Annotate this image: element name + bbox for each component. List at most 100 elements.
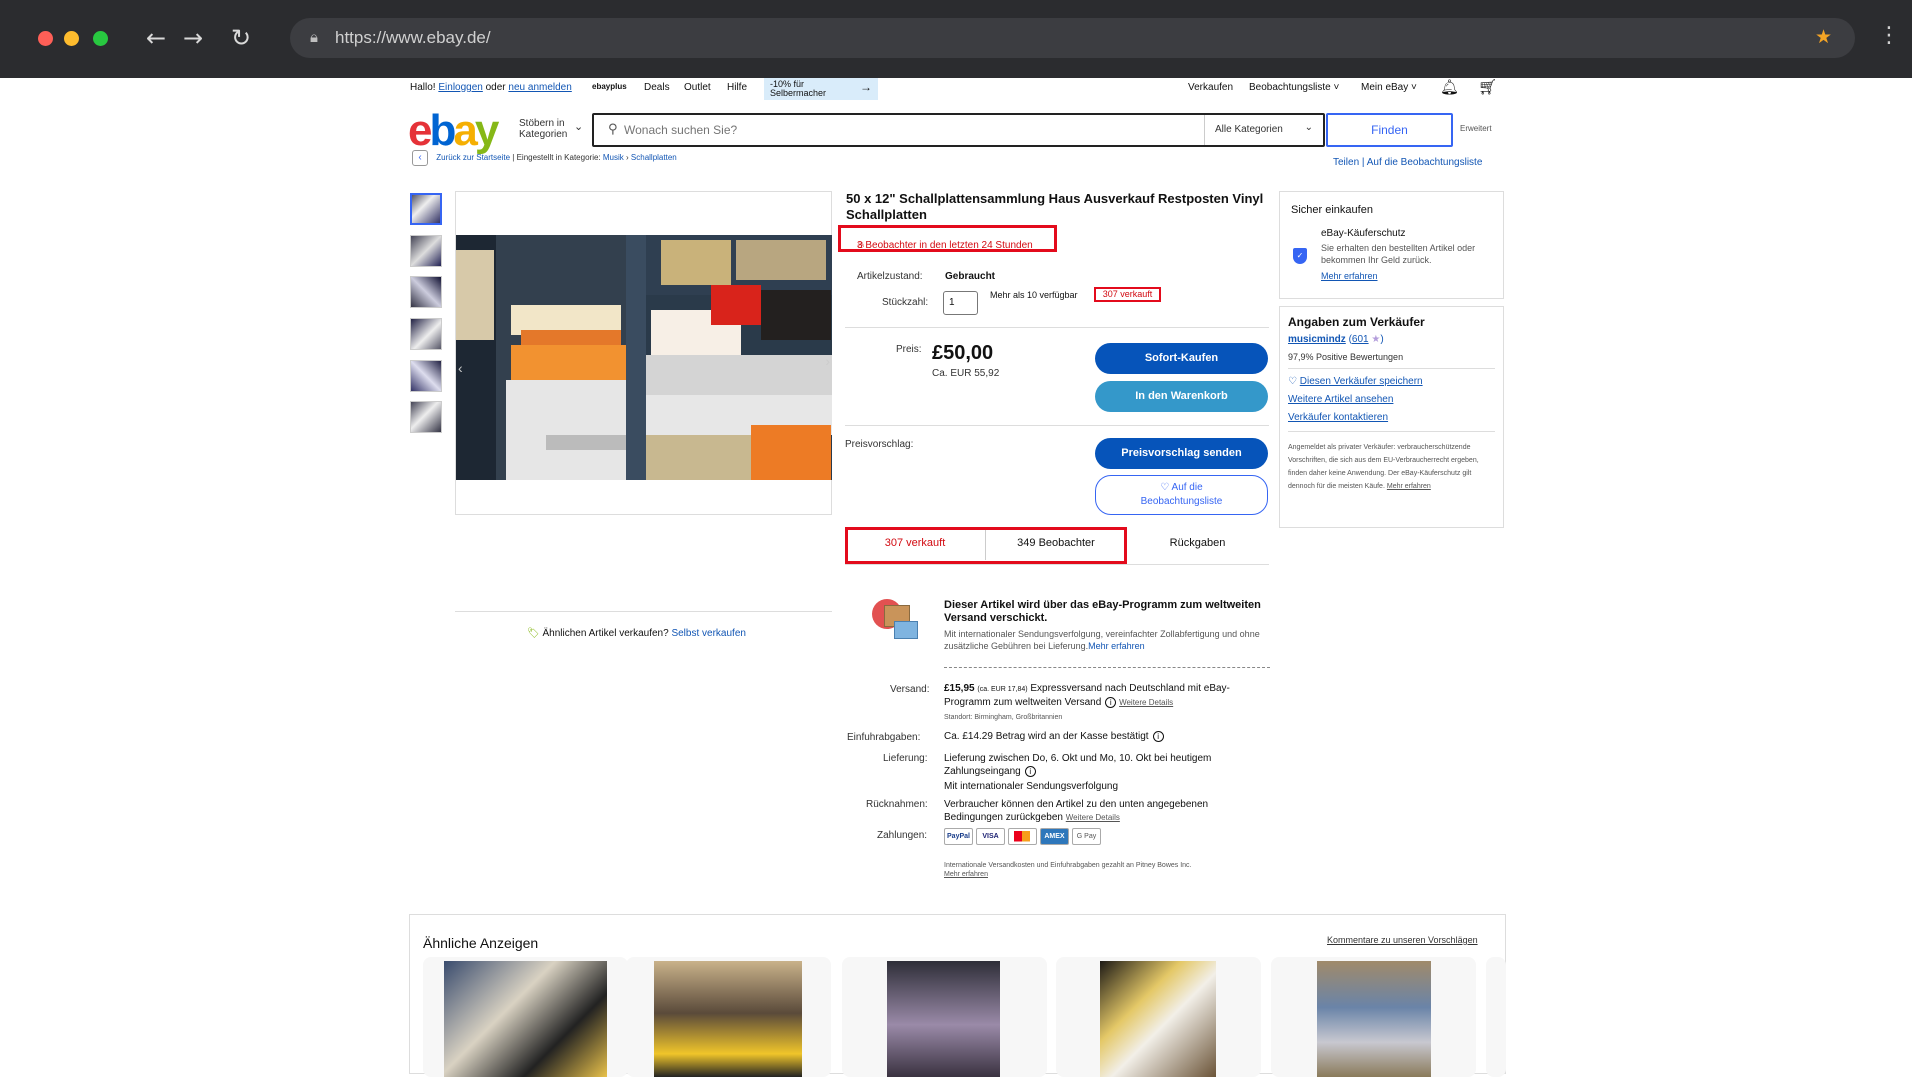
star-icon: ★ (1371, 334, 1381, 345)
seller-score-link[interactable]: 601 (1352, 334, 1369, 345)
sell-similar: 🏷︎ Ähnlichen Artikel verkaufen? Selbst v… (527, 628, 746, 639)
seller-name-link[interactable]: musicmindz (1288, 334, 1346, 345)
address-bar[interactable]: 🔒︎ https://www.ebay.de/ ★ (290, 18, 1855, 58)
deals-link[interactable]: Deals (644, 82, 670, 93)
quantity-input[interactable]: 1 (943, 291, 978, 315)
similar-item-5[interactable] (1271, 957, 1476, 1077)
register-link[interactable]: neu anmelden (508, 82, 571, 93)
shield-icon: ✓ (1293, 248, 1307, 264)
similar-item-image[interactable] (1317, 961, 1431, 1077)
tag-icon: 🏷︎ (527, 628, 540, 639)
browse-categories-button[interactable]: Stöbern in Kategorien ⌄ (519, 118, 583, 140)
similar-item-image[interactable] (887, 961, 1000, 1077)
secure-title: Sicher einkaufen (1291, 204, 1373, 216)
delivery-tracking: Mit internationaler Sendungsverfolgung (944, 781, 1118, 792)
browser-chrome: ← → ↻ 🔒︎ https://www.ebay.de/ ★ ⋮ (0, 0, 1912, 78)
myebay-menu[interactable]: Mein eBay ˅ (1361, 82, 1417, 93)
private-more-link[interactable]: Mehr erfahren (1387, 483, 1431, 490)
thumbnail-2[interactable] (410, 235, 442, 267)
reload-icon[interactable]: ↻ (231, 24, 251, 52)
back-home-link[interactable]: Zurück zur Startseite (436, 153, 510, 162)
heart-icon: ♡ (1288, 376, 1297, 387)
thumbnail-5[interactable] (410, 360, 442, 392)
similar-item-3[interactable] (842, 957, 1047, 1077)
price: £50,00 (932, 342, 994, 364)
bell-icon[interactable]: 🔔︎ (1440, 78, 1459, 96)
seller-info-panel: Angaben zum Verkäufer musicmindz (601 ★)… (1279, 306, 1504, 528)
greeting: Hallo! Einloggen oder neu anmelden (410, 82, 572, 93)
info-icon[interactable]: i (1105, 696, 1117, 708)
gsp-title: Dieser Artikel wird über das eBay-Progra… (944, 599, 1261, 624)
promo-banner[interactable]: -10% für Selbermacher → (764, 78, 878, 100)
search-input[interactable] (624, 121, 1184, 139)
buyer-protection: eBay-Käuferschutz (1321, 228, 1406, 239)
mastercard-icon: MC (1008, 828, 1037, 845)
maximize-window-button[interactable] (93, 31, 108, 46)
login-link[interactable]: Einloggen (438, 82, 482, 93)
similar-item-6[interactable] (1486, 957, 1506, 1077)
search-button[interactable]: Finden (1326, 113, 1453, 147)
save-seller-link[interactable]: Diesen Verkäufer speichern (1300, 376, 1423, 387)
add-watchlist-link[interactable]: Auf die Beobachtungsliste (1367, 157, 1483, 168)
visa-icon: VISA (976, 828, 1005, 845)
prev-image-icon[interactable]: ‹ (458, 360, 463, 376)
sold-count-small[interactable]: 307 verkauft (1094, 287, 1161, 302)
browser-menu-icon[interactable]: ⋮ (1878, 23, 1900, 48)
footnote-more-link[interactable]: Mehr erfahren (944, 871, 988, 878)
suggestions-feedback-link[interactable]: Kommentare zu unseren Vorschlägen (1327, 935, 1478, 945)
ebay-logo[interactable]: ebay (408, 106, 499, 156)
add-to-cart-button[interactable]: In den Warenkorb (1095, 381, 1268, 412)
breadcrumb-records[interactable]: Schallplatten (631, 153, 677, 162)
back-chevron-icon[interactable]: ‹ (412, 150, 428, 166)
tab-returns[interactable]: Rückgaben (1126, 527, 1269, 560)
thumbnail-4[interactable] (410, 318, 442, 350)
url-text[interactable]: https://www.ebay.de/ (335, 28, 491, 48)
main-product-image[interactable]: ‹ › (456, 235, 832, 480)
chevron-down-icon: ⌄ (574, 120, 584, 133)
info-icon[interactable]: i (1024, 765, 1036, 777)
help-link[interactable]: Hilfe (727, 82, 747, 93)
save-seller-row[interactable]: ♡ Diesen Verkäufer speichern (1288, 376, 1423, 387)
ebayplus-link[interactable]: ebayplus (592, 82, 627, 91)
forward-arrow-icon[interactable]: → (183, 24, 203, 52)
ebay-page: Hallo! Einloggen oder neu anmelden ebayp… (0, 78, 1912, 1077)
similar-item-image[interactable] (654, 961, 802, 1077)
gsp-description: Mit internationaler Sendungsverfolgung, … (944, 629, 1260, 651)
similar-item-4[interactable] (1056, 957, 1261, 1077)
next-image-icon[interactable]: › (825, 353, 830, 369)
similar-item-image[interactable] (1100, 961, 1216, 1077)
breadcrumb-music[interactable]: Musik (603, 153, 624, 162)
sell-link[interactable]: Verkaufen (1188, 82, 1233, 93)
similar-item-image[interactable] (444, 961, 607, 1077)
category-select[interactable]: Alle Kategorien ⌄ (1204, 115, 1323, 145)
share-link[interactable]: Teilen (1333, 157, 1359, 168)
outlet-link[interactable]: Outlet (684, 82, 711, 93)
advanced-search-link[interactable]: Erweitert (1460, 124, 1492, 133)
top-navigation: Hallo! Einloggen oder neu anmelden ebayp… (0, 78, 1912, 100)
back-arrow-icon[interactable]: ← (146, 24, 166, 52)
thumbnail-1[interactable] (410, 193, 442, 225)
similar-heading: Ähnliche Anzeigen (423, 935, 539, 951)
contact-seller-link[interactable]: Verkäufer kontaktieren (1288, 412, 1388, 423)
returns-details-link[interactable]: Weitere Details (1066, 813, 1120, 822)
thumbnail-3[interactable] (410, 276, 442, 308)
similar-item-1[interactable] (423, 957, 628, 1077)
close-window-button[interactable] (38, 31, 53, 46)
send-offer-button[interactable]: Preisvorschlag senden (1095, 438, 1268, 469)
gsp-more-link[interactable]: Mehr erfahren (1088, 641, 1145, 651)
sell-yourself-link[interactable]: Selbst verkaufen (671, 628, 746, 639)
similar-item-2[interactable] (626, 957, 831, 1077)
thumbnail-6[interactable] (410, 401, 442, 433)
shipping-details-link[interactable]: Weitere Details (1119, 698, 1173, 707)
add-to-watchlist-button[interactable]: ♡ Auf die Beobachtungsliste (1095, 475, 1268, 515)
returns-value: Verbraucher können den Artikel zu den un… (944, 799, 1209, 823)
info-icon[interactable]: i (1152, 731, 1164, 742)
amex-icon: AMEX (1040, 828, 1069, 845)
secure-more-link[interactable]: Mehr erfahren (1321, 271, 1378, 281)
seller-other-items-link[interactable]: Weitere Artikel ansehen (1288, 394, 1393, 405)
watchlist-menu[interactable]: Beobachtungsliste ˅ (1249, 82, 1339, 93)
buy-now-button[interactable]: Sofort-Kaufen (1095, 343, 1268, 374)
cart-icon[interactable]: 🛒︎ (1478, 78, 1497, 96)
bookmark-star-icon[interactable]: ★ (1815, 26, 1832, 48)
minimize-window-button[interactable] (64, 31, 79, 46)
